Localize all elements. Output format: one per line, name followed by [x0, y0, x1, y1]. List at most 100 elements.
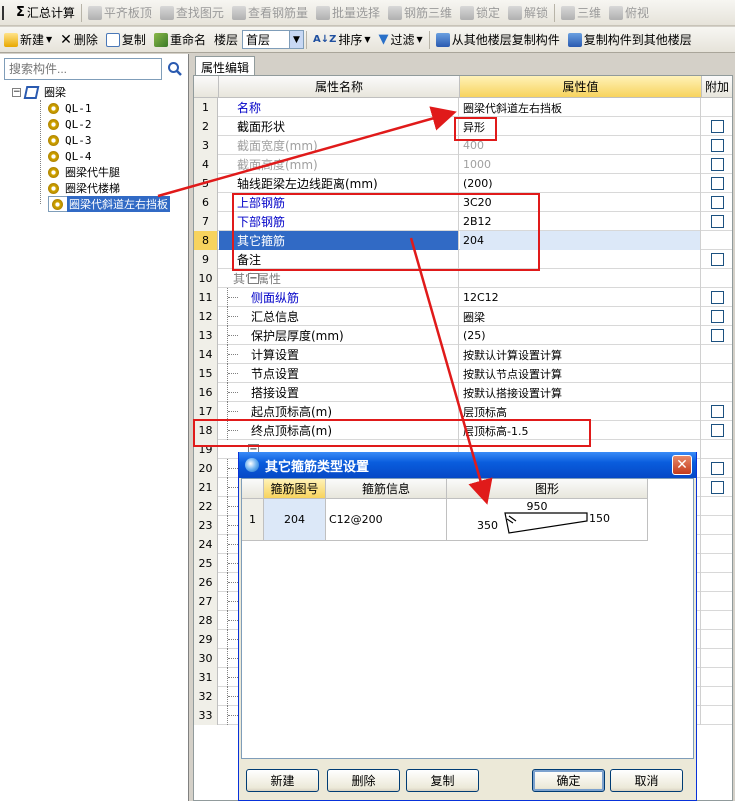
property-row[interactable]: 4 截面高度(mm) 1000	[194, 155, 732, 174]
extra-checkbox[interactable]	[710, 310, 724, 323]
copy-button[interactable]: 复制	[102, 29, 150, 51]
property-value-cell[interactable]	[460, 269, 701, 288]
extra-cell	[702, 611, 732, 630]
property-row[interactable]: 5 轴线距梁左边线距离(mm) (200)	[194, 174, 732, 193]
stirrup-code-cell[interactable]: 204	[264, 499, 326, 541]
extra-cell	[702, 573, 732, 592]
tree-item[interactable]: QL-3	[48, 132, 94, 148]
extra-checkbox[interactable]	[710, 253, 724, 266]
unlock-button[interactable]: 解锁	[504, 2, 552, 24]
component-gear-icon	[48, 166, 59, 178]
property-row[interactable]: 10其它属性−	[194, 269, 732, 288]
property-value-cell[interactable]: 按默认计算设置计算	[460, 345, 701, 364]
top-view-button[interactable]: 俯视	[605, 2, 653, 24]
property-row[interactable]: 16 搭接设置 按默认搭接设置计算	[194, 383, 732, 402]
rename-button[interactable]: 重命名	[150, 29, 210, 51]
extra-cell	[702, 269, 732, 288]
batch-select-button[interactable]: 批量选择	[312, 2, 384, 24]
property-row[interactable]: 15 节点设置 按默认节点设置计算	[194, 364, 732, 383]
extra-cell	[702, 668, 732, 687]
tree-connector	[227, 288, 239, 307]
extra-cell	[702, 174, 732, 193]
app-menu-icon[interactable]	[2, 5, 10, 20]
property-row[interactable]: 1 名称 圈梁代斜道左右挡板	[194, 98, 732, 117]
property-row[interactable]: 12 汇总信息 圈梁	[194, 307, 732, 326]
binoculars-button[interactable]: 查找图元	[156, 2, 228, 24]
component-gear-icon	[48, 150, 59, 162]
row-number: 26	[194, 573, 218, 592]
extra-checkbox[interactable]	[710, 158, 724, 171]
property-value-cell[interactable]: 1000	[460, 155, 701, 174]
lock-icon	[459, 5, 474, 20]
copy-from-floor-button[interactable]: 从其他楼层复制构件	[432, 29, 564, 51]
sigma-button[interactable]: Σ 汇总计算	[12, 2, 79, 24]
extra-checkbox[interactable]	[710, 481, 724, 494]
binoculars-icon	[159, 5, 174, 20]
tree-item[interactable]: 圈梁代牛腿	[48, 164, 122, 180]
chevron-down-icon: ▼	[364, 35, 371, 44]
property-value-cell[interactable]: 圈梁	[460, 307, 701, 326]
rebar-3d-button[interactable]: 钢筋三维	[384, 2, 456, 24]
property-row[interactable]: 11 侧面纵筋 12C12	[194, 288, 732, 307]
close-button[interactable]: ✕	[672, 455, 692, 475]
component-search-input[interactable]	[4, 58, 162, 80]
extra-checkbox[interactable]	[710, 177, 724, 190]
extra-checkbox[interactable]	[710, 329, 724, 342]
extra-cell	[702, 630, 732, 649]
row-number: 4	[194, 155, 218, 174]
tree-item[interactable]: 圈梁代斜道左右挡板	[48, 196, 170, 212]
sort-button[interactable]: A↓Z 排序 ▼	[309, 29, 375, 51]
copy-from-floor-icon	[435, 32, 450, 47]
extra-checkbox[interactable]	[710, 462, 724, 475]
extra-checkbox[interactable]	[710, 215, 724, 228]
tree-item[interactable]: QL-4	[48, 148, 94, 164]
property-value-cell[interactable]: 按默认搭接设置计算	[460, 383, 701, 402]
property-row[interactable]: 14 计算设置 按默认计算设置计算	[194, 345, 732, 364]
annotation-box-elevation	[193, 419, 591, 447]
extra-checkbox[interactable]	[710, 291, 724, 304]
ok-button[interactable]: 确定	[532, 769, 605, 792]
collapse-icon[interactable]: −	[12, 87, 21, 97]
stirrup-info-cell[interactable]: C12@200	[326, 499, 447, 541]
dialog-copy-button[interactable]: 复制	[406, 769, 479, 792]
copy-to-floor-button[interactable]: 复制构件到其他楼层	[564, 29, 696, 51]
delete-button[interactable]: ✕ 删除	[56, 29, 102, 51]
collapse-icon[interactable]: −	[248, 273, 259, 284]
filter-button[interactable]: ▼ 过滤 ▼	[375, 29, 427, 51]
property-value-cell[interactable]: 12C12	[460, 288, 701, 307]
property-value-cell[interactable]: (200)	[460, 174, 701, 193]
new-button[interactable]: 新建 ▼	[0, 29, 56, 51]
property-row[interactable]: 13 保护层厚度(mm) (25)	[194, 326, 732, 345]
extra-checkbox[interactable]	[710, 139, 724, 152]
dialog-new-button[interactable]: 新建	[246, 769, 319, 792]
extra-checkbox[interactable]	[710, 120, 724, 133]
property-value-cell[interactable]: 圈梁代斜道左右挡板	[460, 98, 701, 117]
extra-cell	[702, 649, 732, 668]
tree-item[interactable]: QL-2	[48, 116, 94, 132]
row-number: 1	[242, 499, 264, 541]
glasses-button[interactable]: 查看钢筋量	[228, 2, 312, 24]
glasses-icon	[231, 5, 246, 20]
3d-button[interactable]: 三维	[557, 2, 605, 24]
row-number: 2	[194, 117, 218, 136]
property-value-cell[interactable]: 按默认节点设置计算	[460, 364, 701, 383]
search-button[interactable]	[164, 58, 186, 80]
extra-checkbox[interactable]	[710, 196, 724, 209]
lock-button[interactable]: 锁定	[456, 2, 504, 24]
stirrup-shape-cell[interactable]: 950 350 150	[447, 499, 648, 541]
extra-cell	[702, 687, 732, 706]
tab-property-edit[interactable]: 属性编辑	[195, 56, 256, 75]
tree-root[interactable]: − 圈梁	[12, 84, 68, 100]
tree-item[interactable]: QL-1	[48, 100, 94, 116]
cancel-button[interactable]: 取消	[610, 769, 683, 792]
extra-checkbox[interactable]	[710, 424, 724, 437]
property-value-cell[interactable]: (25)	[460, 326, 701, 345]
dialog-delete-button[interactable]: 删除	[327, 769, 400, 792]
align-top-button[interactable]: 平齐板顶	[84, 2, 156, 24]
extra-checkbox[interactable]	[710, 405, 724, 418]
floor-select[interactable]: 首层 ▼	[241, 30, 304, 49]
component-gear-icon	[52, 198, 63, 210]
tree-item[interactable]: 圈梁代楼梯	[48, 180, 122, 196]
stirrup-info-header: 箍筋信息	[326, 479, 447, 499]
row-number: 12	[194, 307, 218, 326]
